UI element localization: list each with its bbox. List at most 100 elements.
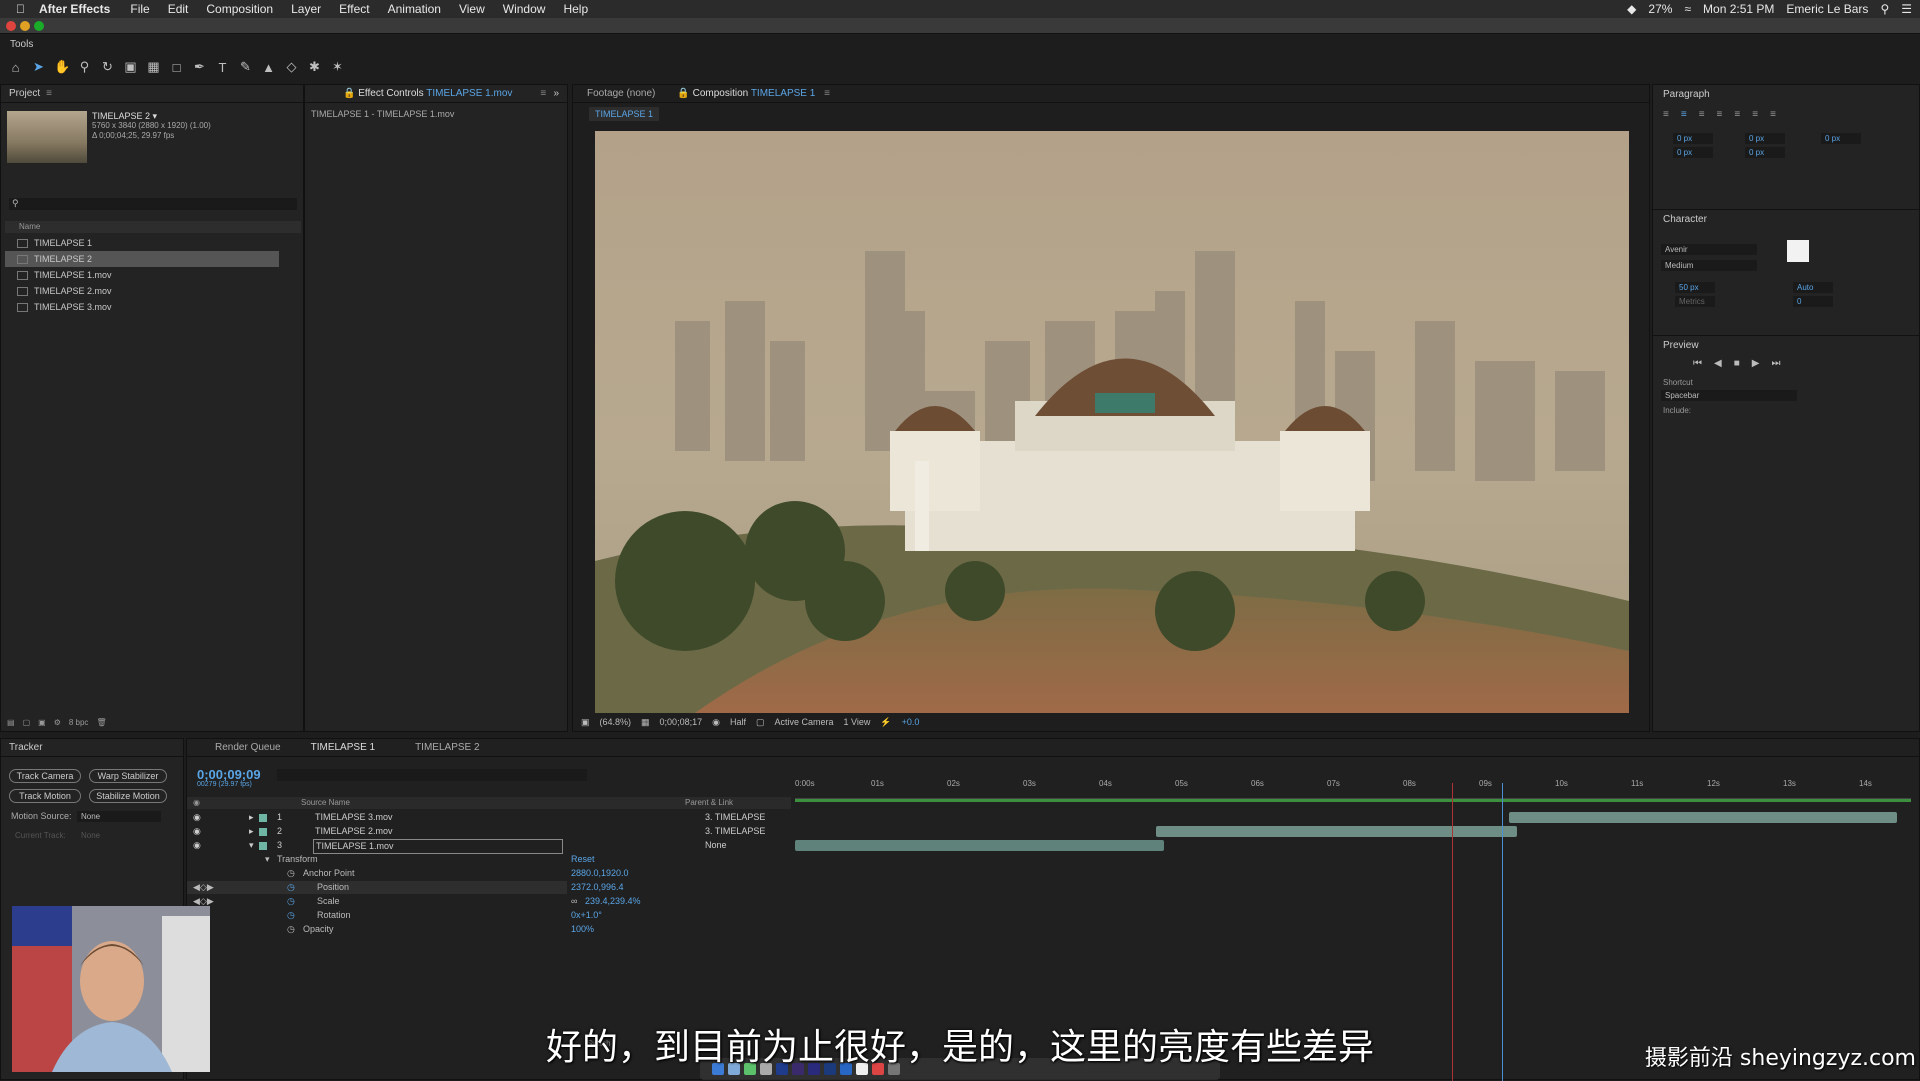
timeline-layer-row-selected[interactable]: ◉ ▾ 3 TIMELAPSE 1.mov None bbox=[187, 839, 791, 854]
clone-stamp-tool-icon[interactable]: ▲ bbox=[261, 60, 276, 75]
align-center-icon[interactable]: ≡ bbox=[1681, 109, 1687, 120]
timeline-layer-row[interactable]: ◉ ▸ 2 TIMELAPSE 2.mov 3. TIMELAPSE bbox=[187, 825, 791, 838]
timeline-search-input[interactable] bbox=[277, 769, 587, 781]
font-style-dropdown[interactable]: Medium bbox=[1661, 260, 1757, 271]
selected-item-name[interactable]: TIMELAPSE 2 ▾ bbox=[92, 111, 211, 121]
rectangle-tool-icon[interactable]: □ bbox=[169, 60, 184, 75]
last-frame-icon[interactable]: ⏭ bbox=[1771, 358, 1780, 369]
tab-render-queue[interactable]: Render Queue bbox=[215, 742, 281, 753]
indent-first-line-field[interactable]: 0 px bbox=[1745, 133, 1785, 144]
constrain-proportions-icon[interactable]: ∞ bbox=[571, 895, 577, 908]
stabilize-motion-button[interactable]: Stabilize Motion bbox=[89, 789, 167, 803]
expand-panels-icon[interactable]: » bbox=[553, 88, 559, 99]
apple-icon[interactable]:  bbox=[16, 2, 25, 16]
panel-menu-icon[interactable]: ≡ bbox=[46, 88, 52, 99]
panel-menu-icon[interactable]: ≡ bbox=[824, 88, 830, 99]
camera-dropdown[interactable]: Active Camera bbox=[774, 717, 833, 727]
exposure-value[interactable]: +0.0 bbox=[902, 717, 920, 727]
zoom-tool-icon[interactable]: ⚲ bbox=[77, 59, 92, 75]
transform-reset-link[interactable]: Reset bbox=[571, 853, 595, 866]
project-title[interactable]: Project bbox=[9, 88, 40, 99]
align-left-icon[interactable]: ≡ bbox=[1663, 109, 1669, 120]
fill-color-swatch[interactable] bbox=[1787, 240, 1809, 262]
minimize-window-icon[interactable] bbox=[20, 21, 30, 31]
snapshot-icon[interactable]: ◉ bbox=[712, 717, 720, 728]
search-icon[interactable]: ⚲ bbox=[1880, 2, 1889, 16]
stopwatch-icon[interactable]: ◷ bbox=[287, 923, 295, 936]
project-item[interactable]: TIMELAPSE 3.mov bbox=[5, 299, 301, 315]
menu-animation[interactable]: Animation bbox=[388, 2, 441, 16]
leading-field[interactable]: Auto bbox=[1793, 282, 1833, 293]
previous-frame-icon[interactable]: ◀ bbox=[1714, 358, 1722, 369]
property-value[interactable]: 2880.0,1920.0 bbox=[571, 867, 629, 880]
project-item[interactable]: TIMELAPSE 1.mov bbox=[5, 267, 301, 283]
tab-effect-controls[interactable]: 🔒 Effect Controls TIMELAPSE 1.mov bbox=[343, 88, 512, 99]
clock[interactable]: Mon 2:51 PM bbox=[1703, 2, 1774, 16]
brush-tool-icon[interactable]: ✎ bbox=[238, 59, 253, 75]
close-window-icon[interactable] bbox=[6, 21, 16, 31]
property-opacity[interactable]: ◷ Opacity 100% bbox=[187, 923, 791, 936]
project-name-column-header[interactable]: Name bbox=[5, 221, 301, 233]
stop-icon[interactable]: ■ bbox=[1734, 358, 1740, 369]
rotate-tool-icon[interactable]: ↻ bbox=[100, 59, 115, 75]
safe-margins-icon[interactable]: ▦ bbox=[641, 717, 650, 728]
layer-name[interactable]: TIMELAPSE 2.mov bbox=[315, 825, 393, 838]
menu-effect[interactable]: Effect bbox=[339, 2, 369, 16]
always-preview-icon[interactable]: ▣ bbox=[581, 717, 590, 728]
menu-composition[interactable]: Composition bbox=[206, 2, 273, 16]
parent-dropdown[interactable]: 3. TIMELAPSE bbox=[705, 811, 765, 824]
camera-tool-icon[interactable]: ▣ bbox=[123, 59, 138, 75]
parent-dropdown[interactable]: 3. TIMELAPSE bbox=[705, 825, 765, 838]
resolution-dropdown[interactable]: Half bbox=[730, 717, 746, 727]
property-rotation[interactable]: ◷ Rotation 0x+1.0° bbox=[187, 909, 791, 922]
justify-left-icon[interactable]: ≡ bbox=[1717, 109, 1723, 120]
home-icon[interactable]: ⌂ bbox=[8, 60, 23, 75]
tracking-field[interactable]: 0 bbox=[1793, 296, 1833, 307]
track-camera-button[interactable]: Track Camera bbox=[9, 769, 81, 783]
panel-menu-icon[interactable]: ≡ bbox=[540, 88, 546, 99]
layer-color-label[interactable] bbox=[259, 842, 267, 850]
current-time-display[interactable]: 0;00;08;17 bbox=[660, 717, 703, 727]
pan-behind-tool-icon[interactable]: ▦ bbox=[146, 59, 161, 75]
layer-name[interactable]: TIMELAPSE 1.mov bbox=[313, 839, 563, 854]
menu-layer[interactable]: Layer bbox=[291, 2, 321, 16]
justify-center-icon[interactable]: ≡ bbox=[1734, 109, 1740, 120]
composition-frame-griffith-observatory[interactable] bbox=[595, 131, 1629, 713]
bit-depth-label[interactable]: 8 bpc bbox=[69, 718, 89, 727]
menu-view[interactable]: View bbox=[459, 2, 485, 16]
layer-name[interactable]: TIMELAPSE 3.mov bbox=[315, 811, 393, 824]
stopwatch-icon[interactable]: ◷ bbox=[287, 867, 295, 880]
hand-tool-icon[interactable]: ✋ bbox=[54, 59, 70, 75]
menu-edit[interactable]: Edit bbox=[168, 2, 189, 16]
visibility-eye-icon[interactable]: ◉ bbox=[193, 825, 201, 838]
parent-link-column[interactable]: Parent & Link bbox=[685, 797, 733, 809]
magnification-dropdown[interactable]: (64.8%) bbox=[600, 717, 632, 727]
wifi-icon[interactable]: ≈ bbox=[1684, 2, 1691, 16]
justify-right-icon[interactable]: ≡ bbox=[1752, 109, 1758, 120]
fast-previews-icon[interactable]: ⚡ bbox=[880, 717, 891, 728]
selection-tool-icon[interactable]: ➤ bbox=[31, 59, 46, 75]
motion-source-dropdown[interactable]: None bbox=[77, 811, 161, 822]
stopwatch-icon[interactable]: ◷ bbox=[287, 909, 295, 922]
first-frame-icon[interactable]: ⏮ bbox=[1693, 358, 1702, 369]
project-item[interactable]: TIMELAPSE 2.mov bbox=[5, 283, 301, 299]
kerning-field[interactable]: Metrics bbox=[1675, 296, 1715, 307]
property-position[interactable]: ◀◇▶ ◷ Position bbox=[187, 881, 567, 894]
shortcut-dropdown[interactable]: Spacebar bbox=[1661, 390, 1797, 401]
pen-tool-icon[interactable]: ✒ bbox=[192, 59, 207, 75]
work-area-bar[interactable] bbox=[795, 799, 1911, 802]
parent-dropdown[interactable]: None bbox=[705, 839, 727, 852]
interpret-footage-icon[interactable]: ▤ bbox=[7, 718, 15, 727]
battery-label[interactable]: 27% bbox=[1648, 2, 1672, 16]
menu-window[interactable]: Window bbox=[503, 2, 546, 16]
menu-help[interactable]: Help bbox=[563, 2, 588, 16]
roto-brush-tool-icon[interactable]: ✱ bbox=[307, 59, 322, 75]
menu-list-icon[interactable]: ☰ bbox=[1901, 2, 1912, 16]
property-value[interactable]: 100% bbox=[571, 923, 594, 936]
property-scale[interactable]: ◀◇▶ ◷ Scale ∞ 239.4,239.4% bbox=[187, 895, 791, 908]
align-right-icon[interactable]: ≡ bbox=[1699, 109, 1705, 120]
dropbox-icon[interactable]: ◆ bbox=[1627, 2, 1636, 16]
new-folder-icon[interactable]: ▢ bbox=[23, 718, 31, 727]
indent-right-field[interactable]: 0 px bbox=[1821, 133, 1861, 144]
property-value[interactable]: 239.4,239.4% bbox=[585, 895, 641, 908]
